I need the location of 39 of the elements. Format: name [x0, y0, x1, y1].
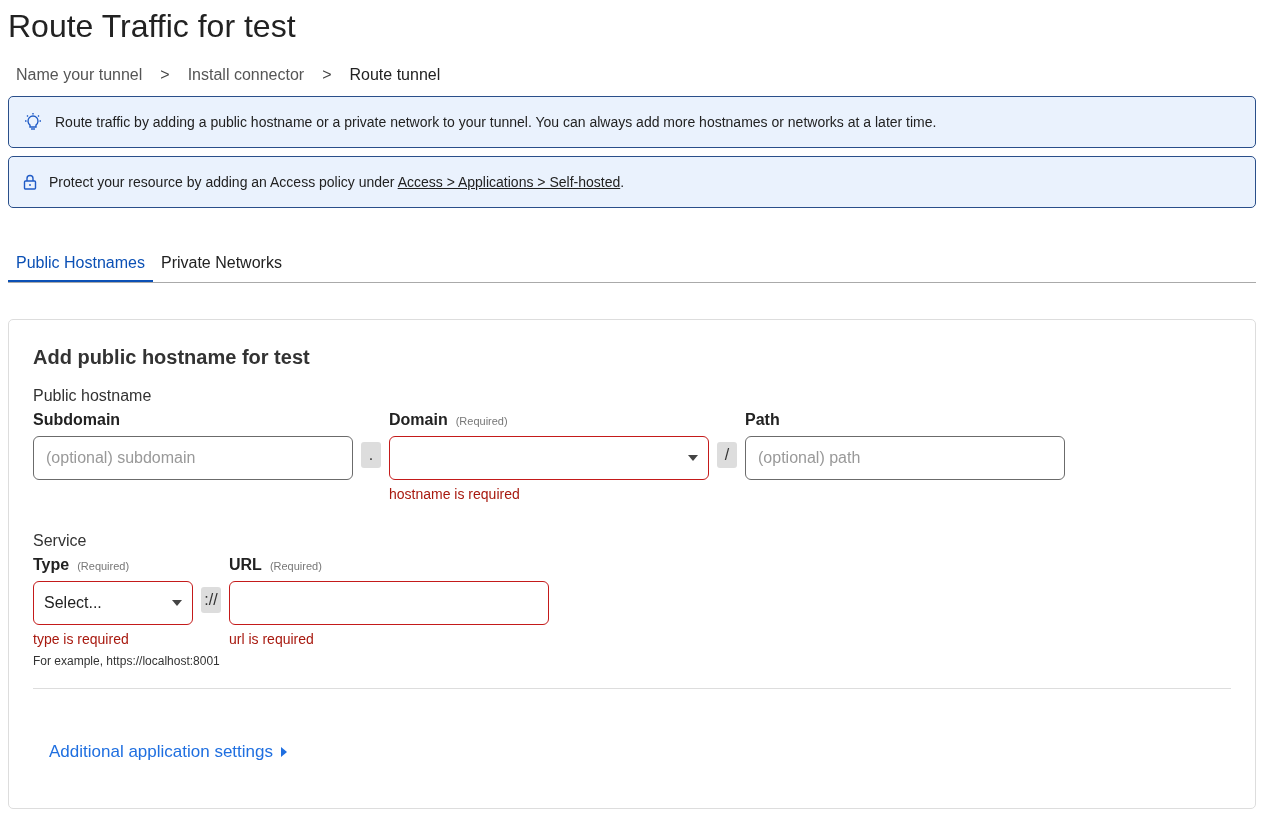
- breadcrumb-separator: >: [322, 65, 332, 85]
- error-text: type is required: [33, 630, 130, 649]
- breadcrumb-step: Route tunnel: [349, 63, 441, 87]
- field-label: URL: [229, 555, 262, 575]
- input-field[interactable]: [229, 581, 549, 625]
- breadcrumb-step: Install connector: [187, 63, 305, 87]
- field-label: Type: [33, 555, 70, 575]
- error-text: url is required: [229, 630, 315, 649]
- separator-chip: .: [361, 442, 381, 468]
- page-title: Route Traffic for test: [8, 7, 297, 46]
- field-label: Subdomain: [33, 410, 121, 430]
- breadcrumb-step: Name your tunnel: [16, 63, 143, 87]
- select-field[interactable]: [389, 436, 709, 480]
- required-note: (Required): [269, 559, 322, 574]
- notice-text: Protect your resource by adding an Access policy under Access > Applications > Self-hosted.: [49, 172, 625, 192]
- caret-down-icon: [172, 600, 182, 606]
- field-label: Domain: [389, 410, 448, 430]
- card-heading: Add public hostname for test: [33, 345, 311, 370]
- lightbulb-icon: [23, 112, 43, 132]
- separator-chip: ://: [201, 587, 221, 613]
- lock-icon: [23, 174, 37, 190]
- input-field[interactable]: (optional) subdomain: [33, 436, 353, 480]
- tab[interactable]: Public Hostnames: [8, 246, 153, 282]
- section-label: Service: [33, 531, 88, 551]
- input-field[interactable]: (optional) path: [745, 436, 1065, 480]
- error-text: hostname is required: [389, 485, 521, 504]
- additional-settings-link[interactable]: Additional application settings: [49, 739, 287, 765]
- notice-text: Route traffic by adding a public hostname or a private network to your tunnel. You can always add more hostnames or networks at a later time.: [55, 112, 937, 132]
- field-label: Path: [745, 410, 780, 430]
- caret-down-icon: [688, 455, 698, 461]
- required-note: (Required): [455, 414, 508, 429]
- section-label: Public hostname: [33, 386, 153, 406]
- hint-text: For example, https://localhost:8001: [33, 653, 220, 670]
- select-field[interactable]: Select...: [33, 581, 193, 625]
- caret-right-icon: [281, 746, 287, 757]
- separator-chip: /: [717, 442, 737, 468]
- required-note: (Required): [77, 559, 130, 574]
- breadcrumb-separator: >: [160, 65, 170, 85]
- tab[interactable]: Private Networks: [152, 246, 290, 282]
